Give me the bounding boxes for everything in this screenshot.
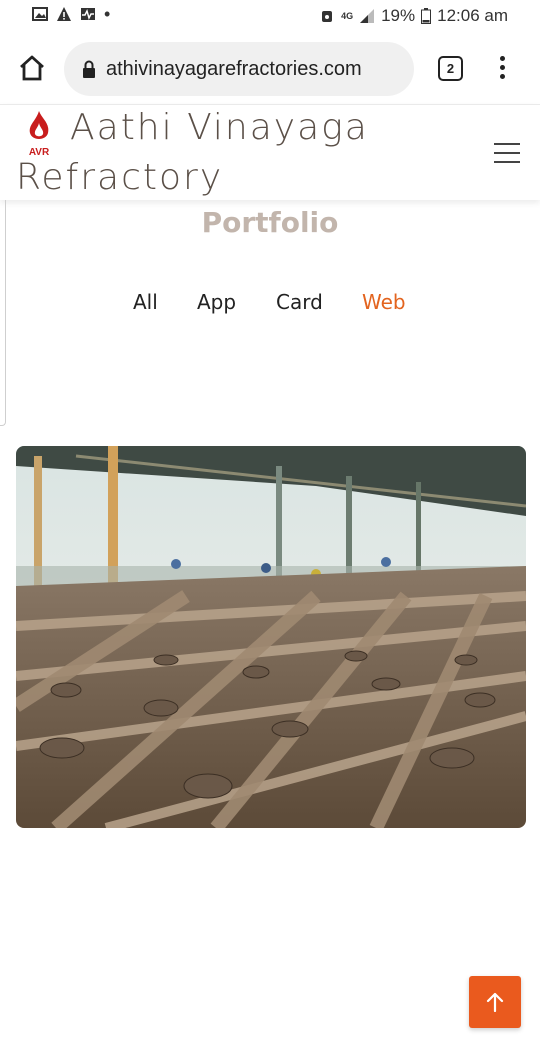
more-options-icon[interactable] (497, 56, 507, 82)
battery-percent: 19% (381, 6, 416, 25)
flame-logo-icon[interactable]: AVR (24, 109, 54, 157)
section-title: Portfolio (201, 206, 339, 239)
arrow-up-icon (486, 992, 504, 1012)
logo-text: AVR (29, 147, 50, 157)
browser-toolbar: athivinayagarefractories.com 2 (0, 34, 540, 104)
filter-app[interactable]: App (197, 290, 236, 314)
alarm-icon (322, 11, 333, 22)
address-bar[interactable]: athivinayagarefractories.com (64, 42, 414, 96)
signal-icon (360, 9, 375, 23)
home-icon[interactable] (18, 54, 46, 82)
battery-icon (421, 8, 432, 24)
filter-card[interactable]: Card (276, 290, 323, 314)
tab-switcher-button[interactable]: 2 (438, 56, 463, 81)
status-system: 4G 19% 12:06 am (319, 6, 508, 26)
portfolio-filters: All App Card Web (0, 290, 540, 320)
url-text: athivinayagarefractories.com (106, 57, 362, 80)
clock: 12:06 am (437, 6, 508, 25)
dot-icon: • (104, 4, 111, 24)
status-bar: • 4G 19% 12:06 am (0, 0, 540, 34)
site-header: AVR Aathi Vinayaga Refractory (0, 104, 540, 200)
image-icon (32, 7, 48, 21)
filter-web[interactable]: Web (362, 290, 406, 314)
hamburger-icon[interactable] (494, 143, 520, 165)
lock-icon (83, 60, 95, 78)
page: • 4G 19% 12:06 am athivinayagarefractori… (0, 0, 540, 1047)
status-notifications: • (32, 4, 111, 24)
warning-icon (57, 7, 71, 21)
filter-all[interactable]: All (133, 290, 158, 314)
portfolio-image[interactable] (16, 446, 526, 828)
network-type: 4G (341, 11, 354, 21)
brand-name-line2[interactable]: Refractory (16, 157, 223, 198)
back-to-top-button[interactable] (469, 976, 521, 1028)
activity-icon (81, 8, 95, 21)
brand-name-line1[interactable]: Aathi Vinayaga (70, 107, 369, 148)
